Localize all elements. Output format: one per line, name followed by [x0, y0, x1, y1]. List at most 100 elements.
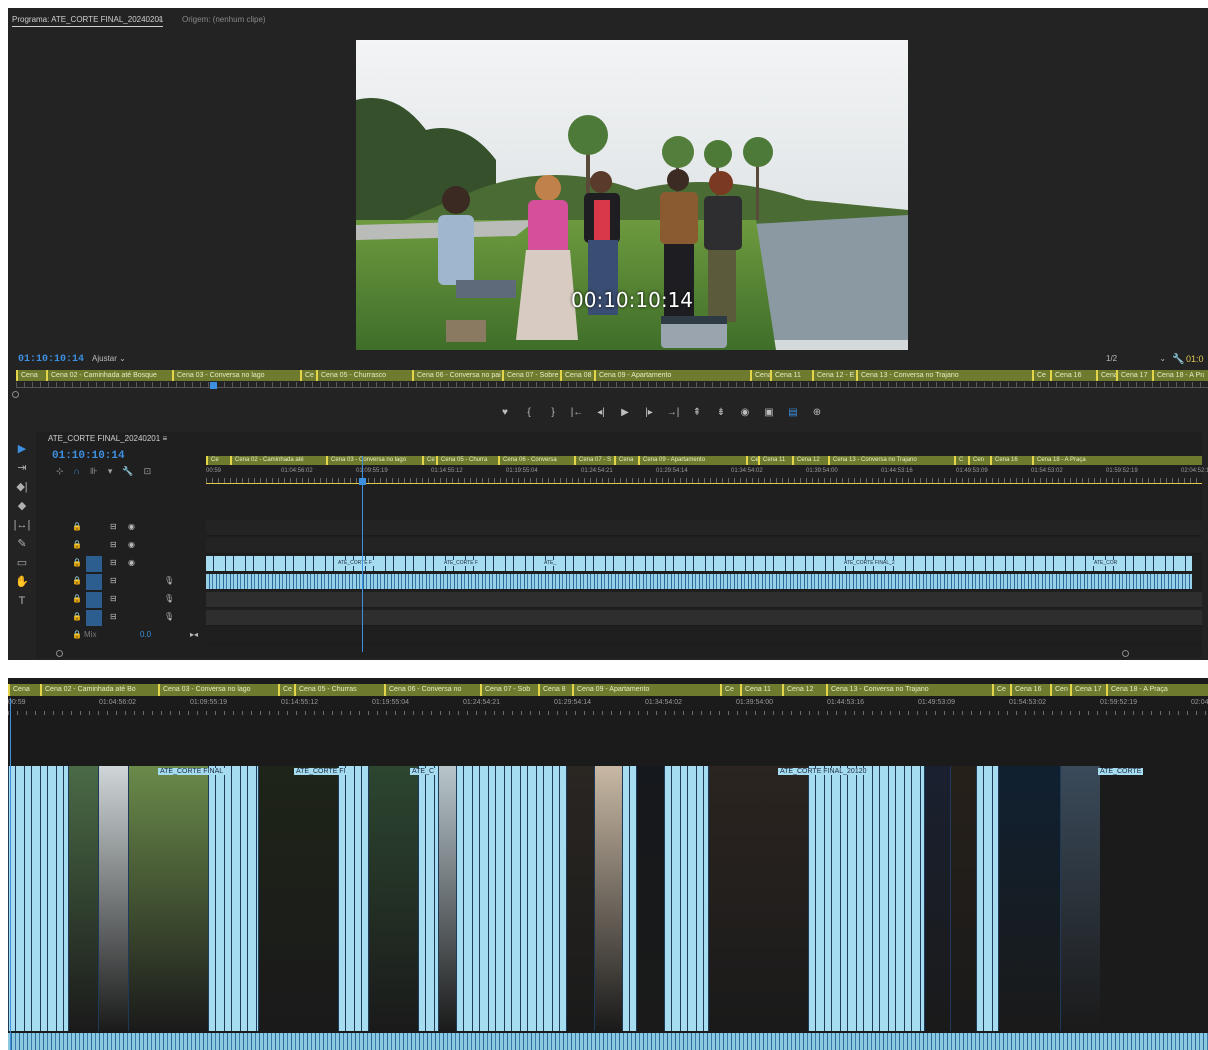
step-forward-button[interactable]: |▸ — [642, 406, 656, 420]
clip-thumbnail[interactable] — [68, 766, 98, 1031]
scene-marker[interactable]: Cena 07 - Sobre — [502, 370, 560, 381]
slip-tool-icon[interactable]: |↔| — [12, 516, 32, 535]
clip-thumbnail[interactable] — [636, 766, 664, 1031]
eye-icon[interactable]: ◉ — [128, 558, 135, 567]
scene-marker[interactable]: Cena 16 — [1050, 370, 1096, 381]
monitor-playhead-timecode[interactable]: 01:10:10:14 — [18, 354, 84, 365]
scene-marker[interactable]: Ce — [206, 456, 230, 465]
scene-marker[interactable]: Cena 07 - S — [574, 456, 614, 465]
resolution-dropdown[interactable]: 1/2 ⌄ — [1106, 354, 1166, 363]
scene-marker[interactable]: Cena 11 — [740, 684, 782, 696]
scene-marker[interactable]: Cen — [968, 456, 990, 465]
lock-icon[interactable]: 🔒 — [72, 630, 82, 639]
go-to-out-button[interactable]: →| — [666, 406, 680, 420]
clip-thumbnail[interactable] — [808, 766, 924, 1031]
sync-lock-icon[interactable]: ⊟ — [110, 522, 117, 531]
scene-marker[interactable]: Cena — [1096, 370, 1116, 381]
clip-thumbnail[interactable] — [368, 766, 418, 1031]
scene-marker[interactable]: Cena 06 - Conversa — [498, 456, 574, 465]
scene-marker[interactable]: Cena 11 — [758, 456, 792, 465]
scene-marker[interactable]: Ce — [422, 456, 436, 465]
sync-lock-icon[interactable]: ⊟ — [110, 576, 117, 585]
zoomed-clip-label[interactable]: ATE_C — [410, 768, 437, 775]
scene-marker[interactable]: Cena — [8, 684, 40, 696]
timeline-scroll-end-handle[interactable] — [1122, 650, 1129, 657]
zoomed-clip-label[interactable]: ATE_CORTE FINAL — [158, 768, 226, 775]
program-monitor-tab[interactable]: Programa: ATE_CORTE FINAL_20240201 — [12, 15, 164, 27]
clip-label[interactable]: ATE_ — [542, 560, 559, 566]
scene-marker[interactable]: Ce — [992, 684, 1010, 696]
clip-thumbnail[interactable] — [950, 766, 976, 1031]
eye-icon[interactable]: ◉ — [128, 540, 135, 549]
razor-tool-icon[interactable]: ◆ — [12, 497, 32, 516]
clip-thumbnail[interactable] — [622, 766, 636, 1031]
lock-icon[interactable]: 🔒 — [72, 522, 82, 531]
mark-out-button[interactable]: } — [546, 406, 560, 420]
track-target-toggle[interactable] — [86, 556, 102, 572]
scene-marker[interactable]: Ce — [300, 370, 316, 381]
scene-marker[interactable]: Ce — [746, 456, 758, 465]
timeline-playhead[interactable] — [362, 456, 363, 652]
clip-thumbnail[interactable] — [1060, 766, 1100, 1031]
scene-marker[interactable]: C — [954, 456, 968, 465]
scene-marker[interactable]: Cena — [614, 456, 638, 465]
lock-icon[interactable]: 🔒 — [72, 558, 82, 567]
scene-marker[interactable]: Ce — [1032, 370, 1050, 381]
mix-go-to-end-icon[interactable]: ▸◂ — [190, 630, 198, 639]
sequence-tab-menu-icon[interactable]: ≡ — [162, 434, 167, 443]
clip-thumbnail[interactable] — [258, 766, 338, 1031]
scene-marker[interactable]: Cena 02 - Caminhada até Bosque — [46, 370, 172, 381]
lock-icon[interactable]: 🔒 — [72, 612, 82, 621]
track-target-toggle[interactable] — [86, 520, 102, 536]
extract-button[interactable]: ⇟ — [714, 406, 728, 420]
mark-in-button[interactable]: { — [522, 406, 536, 420]
lock-icon[interactable]: 🔒 — [72, 576, 82, 585]
monitor-mini-ruler[interactable] — [16, 382, 1208, 388]
clip-thumbnail[interactable] — [208, 766, 258, 1031]
scene-marker[interactable]: Cena 08 — [560, 370, 594, 381]
sequence-tab[interactable]: ATE_CORTE FINAL_20240201 ≡ — [48, 434, 167, 443]
scene-marker[interactable]: Cena 16 — [1010, 684, 1050, 696]
track-lane-v2[interactable] — [206, 538, 1202, 554]
scene-marker[interactable]: Cena 18 - A Praça — [1106, 684, 1202, 696]
scene-marker[interactable]: Cena — [750, 370, 770, 381]
scene-marker[interactable]: Cena 12 — [792, 456, 828, 465]
clip-label[interactable]: ATE_COR — [1092, 560, 1120, 566]
timeline-settings-icon[interactable]: 🔧 — [122, 466, 133, 477]
scene-marker[interactable]: Cena 13 - Conversa no Trajano — [828, 456, 954, 465]
scene-marker[interactable]: Cena 09 - Apartamento — [594, 370, 750, 381]
wrench-icon[interactable]: 🔧 — [1172, 354, 1184, 365]
scene-marker[interactable]: Cena 05 - Churra — [436, 456, 498, 465]
clip-thumbnail[interactable] — [924, 766, 950, 1031]
clip-thumbnail[interactable] — [418, 766, 438, 1031]
zoomed-audio-track[interactable] — [8, 1033, 1208, 1050]
zoomed-video-track[interactable]: ATE_CORTE FINAL ATE_CORTE FI ATE_C ATE_CORT… — [8, 766, 1208, 1031]
lift-button[interactable]: ⇞ — [690, 406, 704, 420]
selection-tool-icon[interactable]: ▶ — [12, 440, 32, 459]
track-lane-a3[interactable] — [206, 610, 1202, 626]
overlay-toggle-button[interactable]: ▤ — [786, 406, 800, 420]
clip-thumbnail[interactable] — [98, 766, 128, 1031]
mix-volume-value[interactable]: 0.0 — [140, 630, 151, 639]
lock-icon[interactable]: 🔒 — [72, 594, 82, 603]
export-frame-button[interactable]: ◉ — [738, 406, 752, 420]
scene-marker[interactable]: Cena 13 - Conversa no Trajano — [826, 684, 992, 696]
track-lane-v1[interactable]: ATE_CORTE F ATE_CORTE F ATE_ ATE_CORTE FINA… — [206, 556, 1192, 572]
scene-marker[interactable]: Cena 05 - Churras — [294, 684, 384, 696]
clip-label[interactable]: ATE_CORTE F — [336, 560, 374, 566]
scene-marker[interactable]: Ce — [720, 684, 740, 696]
pen-tool-icon[interactable]: ✎ — [12, 535, 32, 554]
scene-marker[interactable]: Cena 16 — [990, 456, 1032, 465]
track-lane-a1[interactable] — [206, 574, 1192, 590]
scene-marker[interactable]: Cena — [16, 370, 46, 381]
snap-icon[interactable]: ∩ — [74, 466, 80, 477]
clip-thumbnail[interactable] — [338, 766, 368, 1031]
zoomed-scene-markers[interactable]: Cena Cena 02 - Caminhada até Bo Cena 03 - … — [8, 684, 1208, 696]
monitor-playhead-handle[interactable] — [210, 382, 217, 389]
scene-marker[interactable]: Cena 02 - Caminhada até Bo — [40, 684, 158, 696]
scene-marker[interactable]: Cena 07 - Sob — [480, 684, 538, 696]
sync-lock-icon[interactable]: ⊟ — [110, 612, 117, 621]
scene-marker[interactable]: Cena 12 — [782, 684, 826, 696]
microphone-icon[interactable]: 🎙 — [164, 576, 174, 585]
clip-thumbnail[interactable] — [128, 766, 208, 1031]
